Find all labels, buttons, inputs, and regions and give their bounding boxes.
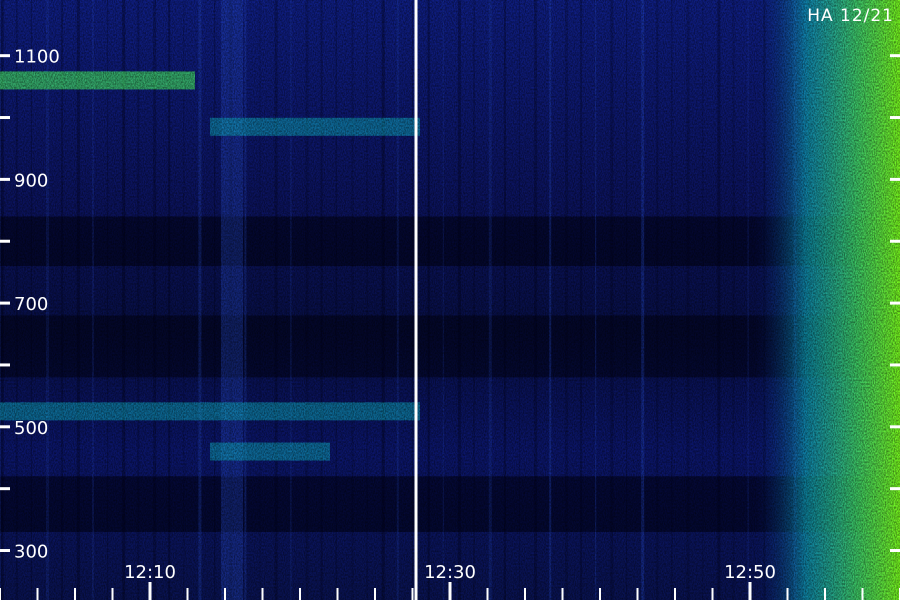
x-tick-label-12:10: 12:10 bbox=[124, 562, 176, 583]
observatory-badge: HA 12/21 bbox=[807, 6, 894, 26]
x-tick-label-12:30: 12:30 bbox=[424, 562, 476, 583]
y-tick-label-900: 900 bbox=[14, 170, 48, 191]
y-tick-label-1100: 1100 bbox=[14, 47, 60, 68]
y-tick-label-500: 500 bbox=[14, 418, 48, 439]
y-tick-label-700: 700 bbox=[14, 294, 48, 315]
noise-overlay bbox=[0, 0, 900, 600]
y-tick-label-300: 300 bbox=[14, 542, 48, 563]
spectrogram-chart: 300 500 700 900 1100 12:10 12:30 12:50 bbox=[0, 0, 900, 600]
x-tick-label-12:50: 12:50 bbox=[724, 562, 776, 583]
